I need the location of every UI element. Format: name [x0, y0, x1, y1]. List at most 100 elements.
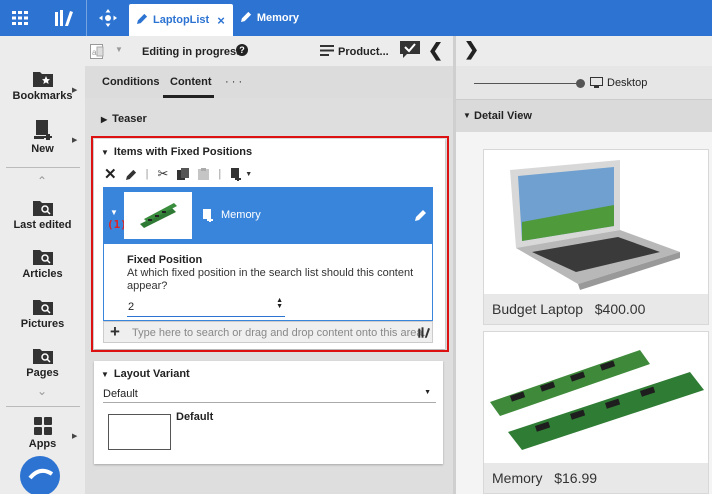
search-folder-icon	[32, 300, 53, 315]
sidebar-item-pictures[interactable]: Pictures	[0, 298, 85, 330]
tab-label: Memory	[256, 12, 299, 24]
section-title: Teaser	[112, 113, 147, 125]
teaser-section-toggle[interactable]: ▶ Teaser	[101, 113, 147, 125]
collapse-down-icon: ▼	[463, 111, 471, 120]
product-price: $16.99	[554, 470, 598, 486]
fixed-position-value: 2	[128, 301, 135, 313]
approve-comment-icon[interactable]	[400, 41, 420, 62]
cut-icon[interactable]: ✂	[157, 166, 168, 182]
apps-grid-icon[interactable]	[0, 0, 40, 36]
sidebar-item-label: Last edited	[13, 219, 72, 231]
zoom-slider-track[interactable]	[474, 83, 580, 84]
sidebar-item-label: New	[31, 143, 54, 155]
fixed-positions-header[interactable]: ▼ Items with Fixed Positions	[101, 146, 252, 158]
tab-laptoplist[interactable]: LaptopList ×	[129, 4, 233, 36]
fixed-position-input[interactable]: 2 ▲ ▼	[127, 297, 285, 317]
sidebar-item-pages[interactable]: Pages	[0, 347, 85, 379]
paste-icon[interactable]	[198, 168, 210, 180]
collapse-left-icon[interactable]: ❮	[428, 40, 443, 61]
library-icon[interactable]	[40, 0, 86, 36]
fixed-position-question: At which fixed position in the search li…	[127, 267, 414, 292]
fixed-positions-panel: ▼ Items with Fixed Positions ✕ | ✂ | ▼ ▼ …	[94, 139, 445, 349]
sidebar-item-label: Bookmarks	[12, 90, 73, 102]
memory-image	[140, 203, 177, 228]
product-card[interactable]: Memory $16.99	[483, 331, 709, 494]
tab-memory[interactable]: Memory	[233, 0, 307, 36]
library-icon[interactable]	[417, 327, 430, 338]
search-folder-icon	[32, 250, 53, 265]
sidebar-item-label: Pictures	[20, 318, 65, 330]
divider	[6, 167, 80, 168]
fixed-position-details: Fixed Position At which fixed position i…	[103, 244, 433, 321]
expand-arrow-icon[interactable]: ▶	[72, 136, 77, 144]
new-document-icon	[33, 120, 52, 140]
variant-thumbnail[interactable]	[108, 414, 171, 450]
help-icon[interactable]: ?	[236, 44, 248, 56]
number-spinner-icon[interactable]: ▲ ▼	[276, 297, 283, 310]
laptop-image	[510, 160, 680, 290]
close-tab-icon[interactable]: ×	[217, 13, 225, 28]
variant-thumbnail-label: Default	[176, 411, 214, 423]
product-card[interactable]: Budget Laptop $400.00	[483, 149, 709, 325]
dropdown-arrow-icon[interactable]: ▼	[115, 45, 123, 54]
item-thumbnail	[124, 192, 192, 239]
product-caption: Memory $16.99	[484, 463, 708, 493]
add-content-icon[interactable]	[230, 167, 242, 181]
sidebar-item-articles[interactable]: Articles	[0, 248, 85, 280]
document-type-icon[interactable]: a	[90, 44, 108, 62]
selected-variant: Default	[103, 388, 138, 400]
product-icon	[203, 209, 213, 222]
remove-icon[interactable]: ✕	[104, 165, 117, 183]
expand-arrow-icon[interactable]: ▶	[72, 432, 77, 440]
search-folder-icon	[32, 201, 53, 216]
detail-view-header[interactable]: ▼ Detail View	[456, 100, 712, 132]
product-selector[interactable]: Product...	[338, 46, 389, 58]
layout-variant-select[interactable]: Default ▼	[103, 384, 436, 403]
dropdown-arrow-icon[interactable]: ▼	[245, 171, 252, 178]
dropdown-arrow-icon: ▼	[424, 389, 431, 396]
top-bar: LaptopList × Memory	[0, 0, 712, 36]
fixed-position-label: Fixed Position	[127, 254, 203, 266]
preview-header: ❯	[456, 36, 712, 66]
section-title: Items with Fixed Positions	[113, 146, 253, 158]
tab-label: LaptopList	[153, 14, 210, 26]
toolbar-divider: |	[218, 168, 222, 180]
more-tabs-button[interactable]: · · ·	[225, 76, 242, 88]
scroll-down-icon[interactable]: ⌄	[37, 384, 47, 398]
item-toolbar: ✕ | ✂ | ▼	[104, 165, 252, 183]
expand-right-icon[interactable]: ❯	[464, 39, 479, 60]
layout-variant-header[interactable]: ▼ Layout Variant	[101, 368, 190, 380]
product-list-icon	[320, 45, 334, 59]
scroll-up-icon[interactable]: ⌃	[37, 174, 47, 188]
edit-pencil-icon[interactable]	[415, 209, 427, 221]
collapse-down-icon[interactable]: ▼	[110, 208, 118, 217]
fixed-item-row[interactable]: ▼ (1) Memory	[103, 187, 433, 244]
left-sidebar: Bookmarks ▶ New ▶ ⌃ Last edited Articles…	[0, 36, 85, 494]
search-folder-icon	[32, 349, 53, 364]
search-input[interactable]: Type here to search or drag and drop con…	[132, 327, 426, 339]
zoom-slider-handle[interactable]	[576, 79, 585, 88]
sidebar-item-label: Pages	[26, 367, 59, 379]
memory-image	[490, 350, 704, 450]
bookmark-folder-icon	[32, 72, 53, 87]
navigate-icon[interactable]	[87, 0, 129, 36]
edit-pencil-icon[interactable]	[125, 169, 137, 180]
expand-right-icon: ▶	[101, 115, 108, 124]
product-caption: Budget Laptop $400.00	[484, 294, 708, 324]
sidebar-item-last-edited[interactable]: Last edited	[0, 199, 85, 231]
desktop-icon	[590, 77, 603, 88]
section-title: Layout Variant	[113, 368, 190, 380]
divider	[6, 406, 80, 407]
tab-content[interactable]: Content	[170, 76, 212, 88]
expand-arrow-icon[interactable]: ▶	[72, 86, 77, 94]
copy-icon[interactable]	[177, 168, 190, 180]
app-logo-icon[interactable]	[18, 448, 62, 494]
add-icon[interactable]: +	[110, 322, 120, 342]
content-drop-area[interactable]: + Type here to search or drag and drop c…	[103, 321, 433, 343]
editor-toolbar: a ▼ Editing in progress ? Product... ❮	[85, 36, 453, 66]
preview-area: Budget Laptop $400.00 Memory $16.99	[456, 132, 712, 494]
section-title: Detail View	[474, 110, 532, 122]
tab-conditions[interactable]: Conditions	[102, 76, 159, 88]
preview-zoom-bar: Desktop	[456, 66, 712, 100]
product-name: Memory	[492, 470, 543, 486]
